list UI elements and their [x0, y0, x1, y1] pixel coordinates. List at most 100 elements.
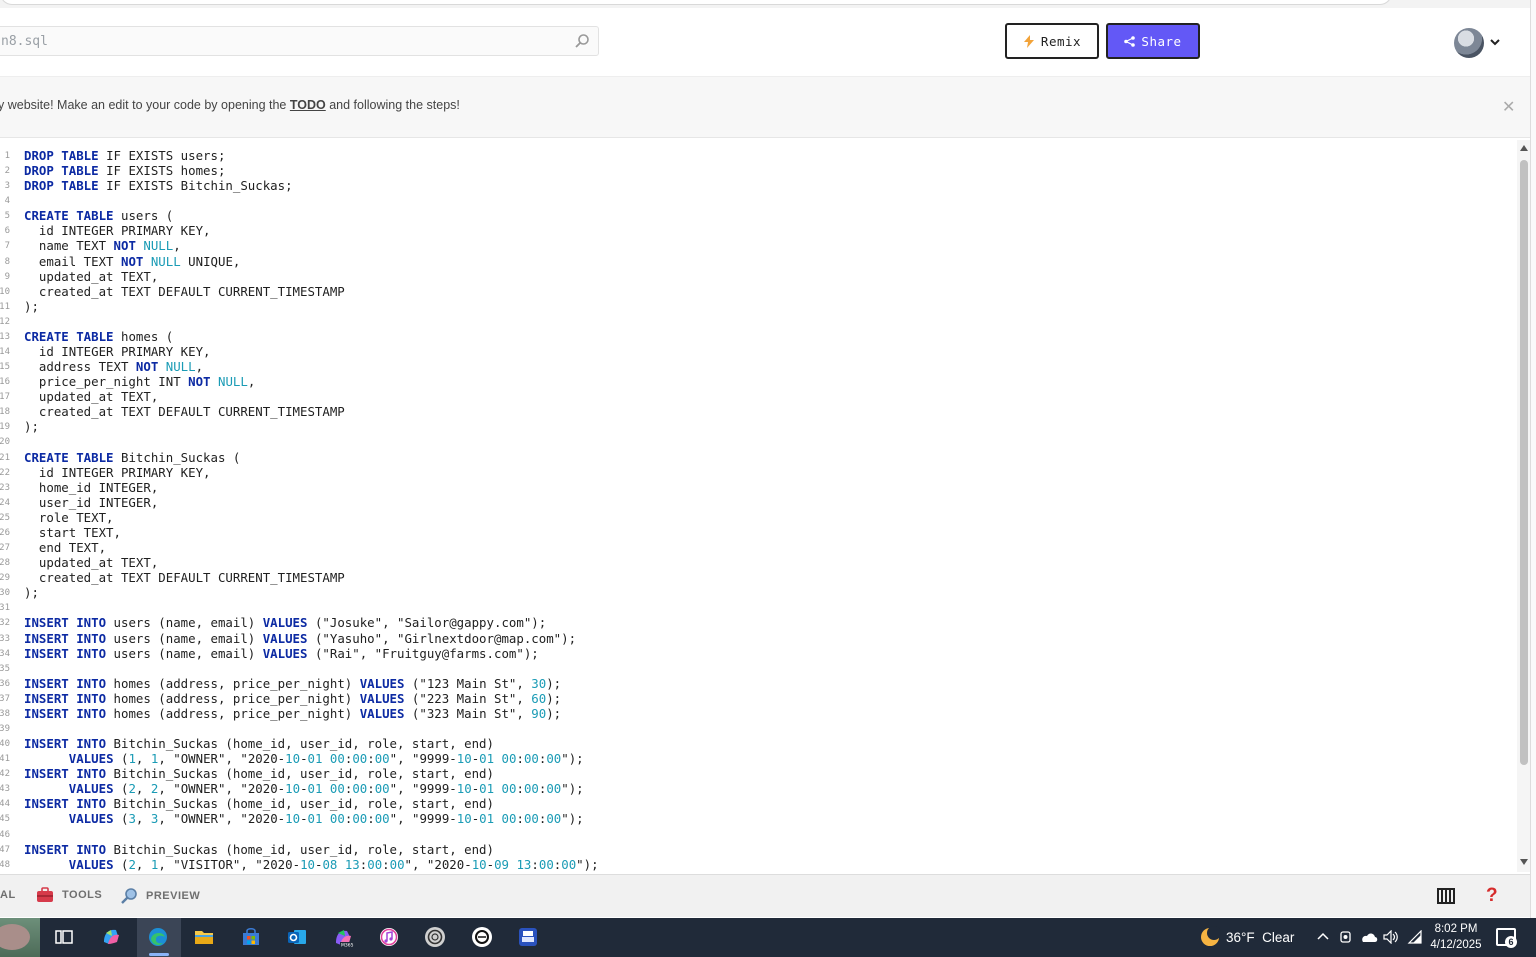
- scroll-down-arrow-icon[interactable]: [1520, 859, 1528, 865]
- meet-now-icon[interactable]: [1339, 929, 1353, 945]
- code-line[interactable]: 12: [0, 314, 599, 329]
- code-line[interactable]: 5 CREATE TABLE users (: [0, 208, 599, 223]
- sql-literal: 1: [128, 751, 136, 767]
- edge-browser-icon[interactable]: [147, 926, 169, 948]
- volume-icon[interactable]: [1383, 930, 1399, 944]
- code-line[interactable]: 4: [0, 193, 599, 208]
- sql-text: end TEXT,: [24, 540, 107, 556]
- code-line[interactable]: 17 updated_at TEXT,: [0, 389, 599, 404]
- remix-button[interactable]: Remix: [1005, 23, 1099, 59]
- code-line[interactable]: 2 DROP TABLE IF EXISTS homes;: [0, 163, 599, 178]
- code-line[interactable]: 27 end TEXT,: [0, 540, 599, 555]
- line-number: 40: [0, 739, 10, 750]
- code-line[interactable]: 13 CREATE TABLE homes (: [0, 329, 599, 344]
- sql-literal: 01: [479, 751, 495, 767]
- printer-app-icon[interactable]: [517, 926, 539, 948]
- sql-keyword: VALUES: [68, 751, 114, 767]
- help-icon[interactable]: ?: [1486, 885, 1498, 907]
- code-line[interactable]: 10 created_at TEXT DEFAULT CURRENT_TIMES…: [0, 284, 599, 299]
- code-line[interactable]: 25 role TEXT,: [0, 510, 599, 525]
- code-line[interactable]: 42 INSERT INTO Bitchin_Suckas (home_id, u…: [0, 766, 599, 781]
- user-avatar[interactable]: [1454, 28, 1484, 58]
- code-line[interactable]: 20: [0, 434, 599, 449]
- sql-text: IF EXISTS Bitchin_Suckas;: [98, 178, 293, 194]
- outlook-icon[interactable]: [286, 926, 308, 948]
- code-line[interactable]: 34 INSERT INTO users (name, email) VALUES…: [0, 646, 599, 661]
- copilot-icon[interactable]: [100, 926, 122, 948]
- code-line[interactable]: 28 updated_at TEXT,: [0, 555, 599, 570]
- code-line[interactable]: 15 address TEXT NOT NULL,: [0, 359, 599, 374]
- code-line[interactable]: 19);: [0, 419, 599, 434]
- code-line[interactable]: 1 DROP TABLE IF EXISTS users;: [0, 148, 599, 163]
- notice-message: y website! Make an edit to your code by …: [0, 98, 460, 112]
- code-line[interactable]: 36 INSERT INTO homes (address, price_per_…: [0, 676, 599, 691]
- onedrive-icon[interactable]: [1360, 930, 1378, 944]
- weather-widget[interactable]: 36°F Clear: [1201, 926, 1294, 946]
- code-line[interactable]: 47 INSERT INTO Bitchin_Suckas (home_id, u…: [0, 842, 599, 857]
- code-line[interactable]: 23 home_id INTEGER,: [0, 480, 599, 495]
- code-line[interactable]: 39: [0, 721, 599, 736]
- code-line[interactable]: 29 created_at TEXT DEFAULT CURRENT_TIMES…: [0, 570, 599, 585]
- close-icon[interactable]: ✕: [1502, 97, 1515, 117]
- code-line[interactable]: 41 VALUES (1, 1, "OWNER", "2020-10-01 00…: [0, 751, 599, 766]
- code-line[interactable]: 8 email TEXT NOT NULL UNIQUE,: [0, 254, 599, 269]
- itunes-icon[interactable]: [378, 926, 400, 948]
- code-line[interactable]: 21 CREATE TABLE Bitchin_Suckas (: [0, 450, 599, 465]
- file-explorer-icon[interactable]: [193, 926, 215, 948]
- code-line[interactable]: 48 VALUES (2, 1, "VISITOR", "2020-10-08 …: [0, 857, 599, 872]
- notification-center-icon[interactable]: 6: [1496, 928, 1517, 948]
- code-line[interactable]: 26 start TEXT,: [0, 525, 599, 540]
- preview-tab[interactable]: PREVIEW: [120, 887, 200, 905]
- sql-text: );: [546, 690, 562, 706]
- code-line[interactable]: 24 user_id INTEGER,: [0, 495, 599, 510]
- code-line[interactable]: 22 id INTEGER PRIMARY KEY,: [0, 465, 599, 480]
- file-search-input[interactable]: n8.sql: [0, 26, 599, 56]
- code-editor[interactable]: 1 DROP TABLE IF EXISTS users; 2 DROP TABLE …: [0, 140, 1517, 872]
- task-view-icon[interactable]: [53, 926, 75, 948]
- microsoft-365-icon[interactable]: M365: [332, 926, 354, 948]
- code-line[interactable]: 31: [0, 600, 599, 615]
- code-line[interactable]: 32 INSERT INTO users (name, email) VALUES…: [0, 615, 599, 630]
- code-line[interactable]: 30);: [0, 585, 599, 600]
- chevron-up-icon[interactable]: [1317, 931, 1329, 941]
- sql-text: (: [113, 751, 129, 767]
- keyboard-shortcuts-icon[interactable]: [1437, 887, 1455, 905]
- code-line[interactable]: 43 VALUES (2, 2, "OWNER", "2020-10-01 00…: [0, 781, 599, 796]
- code-line[interactable]: 11);: [0, 299, 599, 314]
- chevron-down-icon[interactable]: [1490, 38, 1500, 46]
- code-line[interactable]: 40 INSERT INTO Bitchin_Suckas (home_id, u…: [0, 736, 599, 751]
- code-line[interactable]: 35: [0, 661, 599, 676]
- code-line[interactable]: 6 id INTEGER PRIMARY KEY,: [0, 223, 599, 238]
- code-line[interactable]: 45 VALUES (3, 3, "OWNER", "2020-10-01 00…: [0, 811, 599, 826]
- wifi-icon[interactable]: [1407, 930, 1423, 944]
- todo-link[interactable]: TODO: [290, 98, 326, 112]
- sql-keyword: INSERT INTO: [24, 841, 107, 857]
- sql-literal: NULL: [150, 253, 181, 269]
- desktop-peek-thumbnail[interactable]: [0, 918, 40, 957]
- line-text: INSERT INTO Bitchin_Suckas (home_id, use…: [24, 842, 494, 857]
- sql-keyword: VALUES: [262, 615, 308, 631]
- tools-tab[interactable]: TOOLS: [36, 887, 102, 903]
- code-line[interactable]: 9 updated_at TEXT,: [0, 269, 599, 284]
- clock[interactable]: 8:02 PM 4/12/2025: [1427, 921, 1485, 953]
- sql-keyword: INSERT INTO: [24, 630, 107, 646]
- code-line[interactable]: 37 INSERT INTO homes (address, price_per_…: [0, 691, 599, 706]
- scrollbar-thumb[interactable]: [1520, 160, 1528, 765]
- scroll-up-arrow-icon[interactable]: [1520, 145, 1528, 151]
- code-line[interactable]: 46: [0, 827, 599, 842]
- terminal-tab[interactable]: AL: [0, 889, 16, 901]
- code-line[interactable]: 7 name TEXT NOT NULL,: [0, 238, 599, 253]
- code-line[interactable]: 3 DROP TABLE IF EXISTS Bitchin_Suckas;: [0, 178, 599, 193]
- microsoft-store-icon[interactable]: [240, 926, 262, 948]
- code-line[interactable]: 14 id INTEGER PRIMARY KEY,: [0, 344, 599, 359]
- code-line[interactable]: 44 INSERT INTO Bitchin_Suckas (home_id, u…: [0, 796, 599, 811]
- editor-scrollbar[interactable]: [1517, 140, 1531, 872]
- chatgpt-icon[interactable]: [424, 926, 446, 948]
- code-line[interactable]: 18 created_at TEXT DEFAULT CURRENT_TIMES…: [0, 404, 599, 419]
- share-button[interactable]: Share: [1106, 23, 1200, 59]
- search-icon[interactable]: [574, 33, 590, 49]
- code-line[interactable]: 33 INSERT INTO users (name, email) VALUES…: [0, 631, 599, 646]
- code-line[interactable]: 16 price_per_night INT NOT NULL,: [0, 374, 599, 389]
- openai-app-icon[interactable]: [471, 926, 493, 948]
- code-line[interactable]: 38 INSERT INTO homes (address, price_per_…: [0, 706, 599, 721]
